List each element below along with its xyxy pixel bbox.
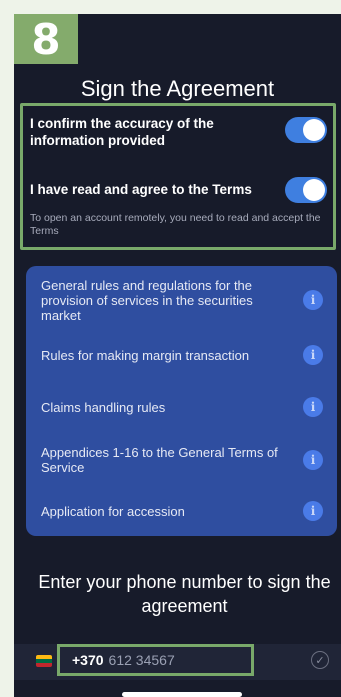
info-icon[interactable]: i (303, 501, 323, 521)
phone-input[interactable] (108, 652, 229, 668)
document-label: Claims handling rules (41, 399, 166, 415)
consent-terms-row[interactable]: I have read and agree to the Terms (30, 177, 327, 203)
info-icon[interactable]: i (303, 290, 323, 310)
phone-input-box[interactable]: +370 (57, 644, 254, 676)
home-indicator (122, 692, 242, 697)
toggle-knob (303, 179, 325, 201)
info-icon[interactable]: i (303, 397, 323, 417)
consent-note: To open an account remotely, you need to… (30, 212, 321, 237)
country-code: +370 (72, 652, 104, 668)
documents-panel: General rules and regulations for the pr… (26, 266, 337, 536)
document-accession[interactable]: Application for accession i (41, 501, 323, 521)
consent-terms-toggle[interactable] (285, 177, 327, 203)
checkmark-icon: ✓ (311, 651, 329, 669)
toggle-knob (303, 119, 325, 141)
sign-heading: Enter your phone number to sign the agre… (38, 572, 331, 616)
document-label: General rules and regulations for the pr… (41, 277, 253, 323)
info-icon[interactable]: i (303, 345, 323, 365)
consent-accuracy-label: I confirm the accuracy of the informatio… (30, 116, 214, 148)
consent-terms-label: I have read and agree to the Terms (30, 182, 252, 197)
document-label: Appendices 1-16 to the General Terms of … (41, 445, 278, 475)
consent-section: I confirm the accuracy of the informatio… (20, 103, 336, 250)
lithuania-flag-icon[interactable] (36, 655, 52, 667)
phone-row: +370 ✓ (14, 644, 341, 680)
page-title: Sign the Agreement (80, 76, 275, 101)
document-label: Rules for making margin transaction (41, 347, 250, 363)
consent-accuracy-toggle[interactable] (285, 117, 327, 143)
document-margin-rules[interactable]: Rules for making margin transaction i (41, 345, 323, 365)
info-icon[interactable]: i (303, 450, 323, 470)
document-general-rules[interactable]: General rules and regulations for the pr… (41, 276, 323, 324)
consent-accuracy-row[interactable]: I confirm the accuracy of the informatio… (30, 115, 327, 149)
step-badge: 8 (14, 14, 78, 64)
document-appendices[interactable]: Appendices 1-16 to the General Terms of … (41, 444, 323, 476)
document-claims-rules[interactable]: Claims handling rules i (41, 397, 323, 417)
document-label: Application for accession (41, 503, 185, 519)
